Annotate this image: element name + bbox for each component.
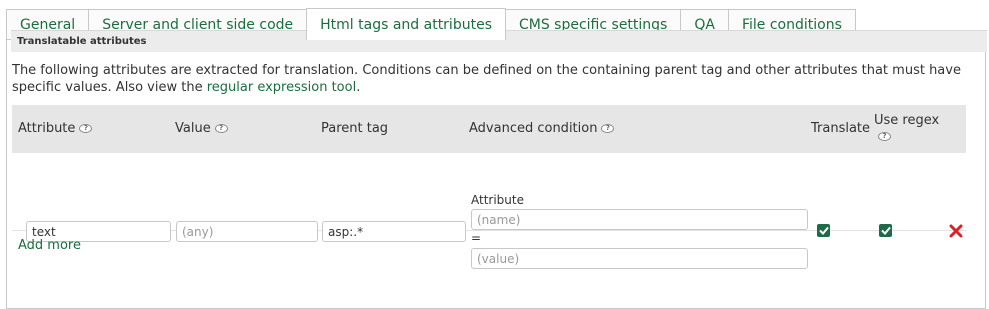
parent-tag-input[interactable]: [322, 221, 466, 242]
header-parent-tag-label: Parent tag: [321, 121, 389, 136]
description-text: The following attributes are extracted f…: [12, 63, 961, 95]
table-row: Attribute =: [12, 153, 966, 269]
header-use-regex-label: Use regex: [874, 113, 940, 128]
condition-name-input[interactable]: [471, 209, 808, 230]
header-value-label: Value: [175, 121, 211, 136]
description-end: .: [356, 80, 361, 95]
help-icon[interactable]: ?: [878, 132, 891, 141]
header-parent-tag: Parent tag: [321, 121, 388, 136]
add-more-link[interactable]: Add more: [18, 238, 81, 253]
header-advanced-condition-label: Advanced condition: [469, 121, 598, 136]
header-value: Value ?: [175, 121, 228, 136]
header-translate: Translate: [811, 121, 870, 136]
checkbox-checked-icon: [818, 226, 829, 235]
help-icon[interactable]: ?: [79, 124, 93, 133]
table-header: Attribute ? Value ? Parent tag Advanced …: [12, 105, 966, 153]
delete-x-icon[interactable]: [949, 224, 963, 238]
header-advanced-condition: Advanced condition ?: [469, 121, 615, 136]
tab-html-tags-attributes[interactable]: Html tags and attributes: [306, 8, 506, 40]
regex-tool-link[interactable]: regular expression tool: [207, 80, 356, 95]
use-regex-checkbox[interactable]: [879, 224, 892, 237]
header-attribute: Attribute ?: [18, 121, 93, 136]
condition-value-input[interactable]: [471, 248, 808, 269]
header-use-regex: Use regex: [874, 113, 939, 128]
value-input[interactable]: [176, 221, 318, 242]
section-description: The following attributes are extracted f…: [12, 62, 962, 96]
header-attribute-label: Attribute: [18, 121, 76, 136]
condition-attribute-label: Attribute: [471, 193, 524, 207]
condition-equals: =: [471, 231, 482, 245]
header-translate-label: Translate: [811, 121, 871, 136]
translate-checkbox[interactable]: [817, 224, 830, 237]
checkbox-checked-icon: [880, 226, 891, 235]
help-icon[interactable]: ?: [214, 124, 228, 133]
help-icon[interactable]: ?: [601, 124, 615, 133]
